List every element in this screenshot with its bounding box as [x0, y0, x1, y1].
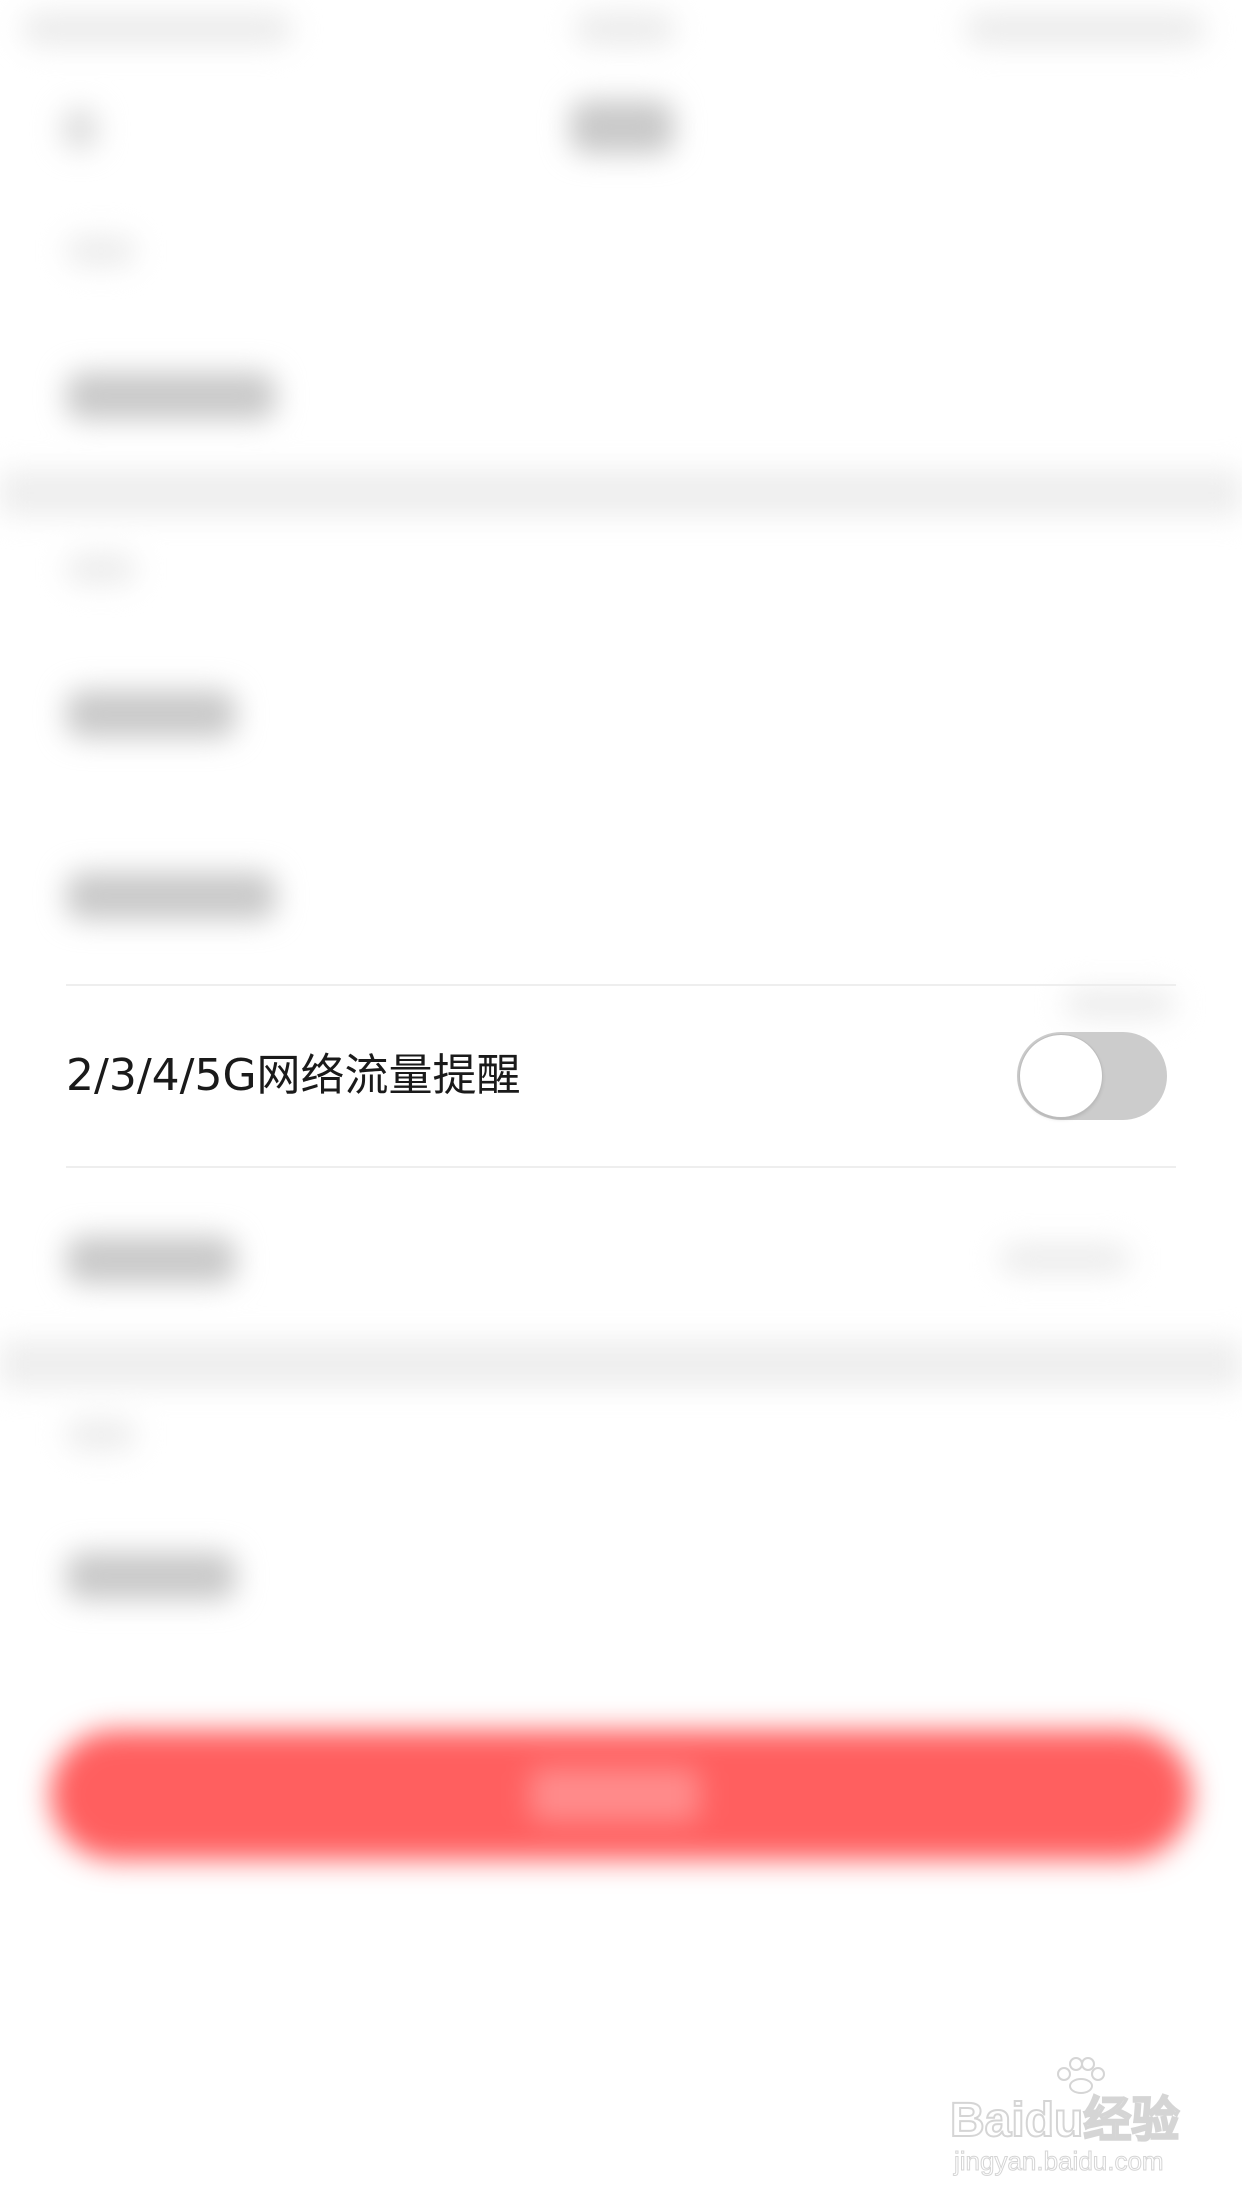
setting-item-4[interactable]	[66, 1236, 236, 1284]
section-gap-2	[0, 1340, 1242, 1388]
row-divider-bottom	[66, 1166, 1176, 1168]
network-traffic-alert-label: 2/3/4/5G网络流量提醒	[66, 1050, 521, 1101]
primary-action-button-label	[530, 1768, 700, 1822]
section-header-3	[66, 1420, 136, 1450]
network-traffic-alert-toggle[interactable]	[1017, 1032, 1167, 1120]
setting-item-2[interactable]	[66, 690, 236, 738]
status-bar-battery	[965, 12, 1205, 46]
setting-item-5[interactable]	[66, 1552, 236, 1600]
watermark-brand: Baidu经验	[949, 2093, 1180, 2148]
section-header-2	[66, 554, 136, 584]
back-arrow-icon[interactable]	[62, 108, 98, 150]
section-gap-1	[0, 470, 1242, 516]
setting-item-3[interactable]	[66, 872, 276, 920]
section-header-1	[66, 236, 136, 266]
watermark-url: jingyan.baidu.com	[954, 2146, 1165, 2177]
settings-screen: 2/3/4/5G网络流量提醒 Baidu经验 jingyan.baidu.com	[0, 0, 1242, 2208]
status-bar-time	[575, 12, 675, 46]
nav-title	[570, 100, 674, 154]
status-bar-carrier	[22, 12, 292, 46]
setting-item-1[interactable]	[66, 372, 276, 420]
row-divider-top	[66, 984, 1176, 986]
toggle-knob	[1020, 1035, 1102, 1117]
setting-item-4-value	[1000, 1244, 1130, 1274]
baidu-jingyan-watermark: Baidu经验 jingyan.baidu.com	[949, 2057, 1190, 2190]
network-traffic-alert-row: 2/3/4/5G网络流量提醒	[0, 988, 1242, 1164]
